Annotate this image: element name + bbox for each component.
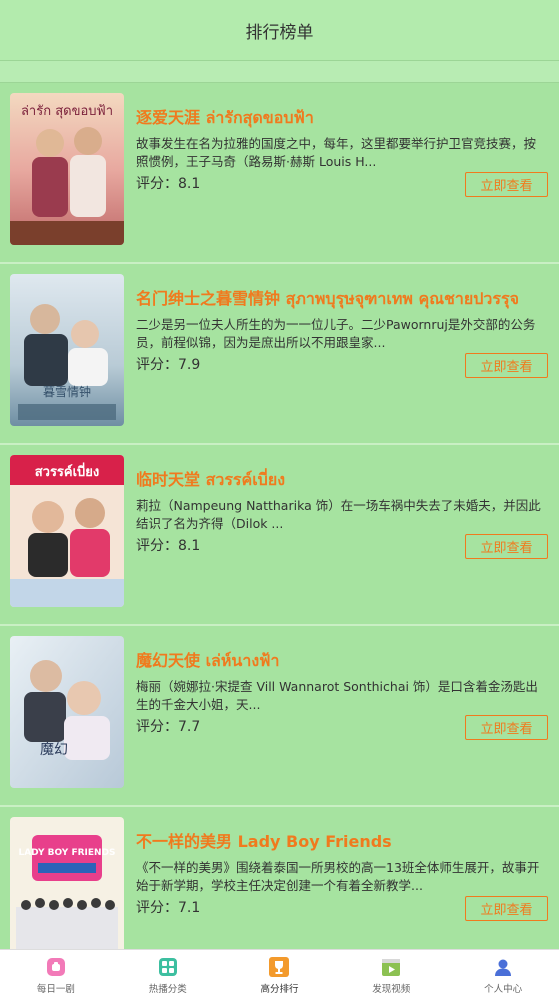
drama-poster[interactable]: LADY BOY FRIENDS — [10, 817, 124, 969]
drama-poster[interactable]: สวรรค์เบี่ยง — [10, 455, 124, 607]
tab-label: 发现视频 — [372, 984, 411, 995]
list-item[interactable]: 暮雪情钟 名门绅士之暮雪情钟 สุภาพบุรุษจุฑาเทพ คุณชายป… — [0, 264, 559, 445]
drama-poster[interactable]: 暮雪情钟 — [10, 274, 124, 426]
top-header: 排行榜单 — [0, 0, 559, 61]
view-now-button[interactable]: 立即查看 — [465, 896, 548, 921]
poster-caption: ล่ารัก สุดขอบฟ้า — [21, 104, 113, 119]
rating-value: 7.7 — [178, 719, 201, 735]
rating-label: 评分： — [136, 538, 178, 554]
rating-label: 评分： — [136, 357, 178, 373]
rating-value: 8.1 — [178, 538, 201, 554]
trophy-icon — [269, 957, 290, 977]
bottom-tab-bar: 每日一剧 热播分类 高分排行 发现视频 个人中心 — [0, 949, 559, 998]
rating: 评分：7.9 — [136, 354, 200, 374]
film-play-icon — [382, 959, 401, 976]
rating-value: 7.1 — [178, 900, 201, 916]
list-item[interactable]: 魔幻 魔幻天使 เล่ห์นางฟ้า 梅丽（婉娜拉·宋提查 Vill Wann… — [0, 626, 559, 807]
list-item[interactable]: ล่ารัก สุดขอบฟ้า 逐爱天涯 ล่ารักสุดขอบฟ้า 故事… — [0, 83, 559, 264]
poster-image: 暮雪情钟 — [10, 274, 124, 426]
tab-discover-video[interactable]: 发现视频 — [335, 950, 447, 998]
tab-label: 个人中心 — [484, 984, 523, 995]
poster-image: LADY BOY FRIENDS — [10, 817, 124, 969]
tab-hot-categories[interactable]: 热播分类 — [112, 950, 224, 998]
poster-image: 魔幻 — [10, 636, 124, 788]
rating-label: 评分： — [136, 900, 178, 916]
drama-title[interactable]: 临时天堂 สวรรค์เบี่ยง — [136, 466, 551, 493]
drama-description: 《不一样的美男》围绕着泰国一所男校的高一13班全体师生展开，故事开始于新学期，学… — [136, 860, 540, 893]
rating-value: 8.1 — [178, 176, 201, 192]
tab-label: 每日一剧 — [36, 984, 75, 995]
drama-title[interactable]: 魔幻天使 เล่ห์นางฟ้า — [136, 647, 551, 674]
list-item[interactable]: สวรรค์เบี่ยง 临时天堂 สวรรค์เบี่ยง 莉拉（Nampeu… — [0, 445, 559, 626]
poster-caption: 暮雪情钟 — [43, 384, 91, 399]
category-grid-icon — [158, 958, 177, 976]
rating-value: 7.9 — [178, 357, 201, 373]
rating-label: 评分： — [136, 719, 178, 735]
drama-description: 二少是另一位夫人所生的为一一位儿子。二少Pawornruj是外交部的公务员，前程… — [136, 317, 536, 350]
page-title: 排行榜单 — [245, 22, 314, 43]
rating: 评分：7.7 — [136, 716, 200, 736]
poster-caption: LADY BOY FRIENDS — [18, 848, 115, 858]
drama-description: 莉拉（Nampeung Nattharika 饰）在一场车祸中失去了未婚夫，并因… — [136, 498, 541, 531]
drama-title[interactable]: 不一样的美男 Lady Boy Friends — [136, 828, 551, 852]
user-profile-icon — [495, 959, 512, 976]
tab-label: 热播分类 — [148, 984, 187, 995]
drama-description: 故事发生在名为拉雅的国度之中，每年，这里都要举行护卫官竞技赛，按照惯例，王子马奇… — [136, 136, 537, 169]
view-now-button[interactable]: 立即查看 — [465, 534, 548, 559]
tab-profile[interactable]: 个人中心 — [447, 950, 559, 998]
rating-label: 评分： — [136, 176, 178, 192]
view-now-button[interactable]: 立即查看 — [465, 172, 548, 197]
rating: 评分：8.1 — [136, 535, 200, 555]
drama-poster[interactable]: ล่ารัก สุดขอบฟ้า — [10, 93, 124, 245]
rating: 评分：8.1 — [136, 173, 200, 193]
header-sub-bar — [0, 61, 559, 83]
poster-caption: 魔幻 — [40, 742, 68, 758]
rating: 评分：7.1 — [136, 897, 200, 917]
daily-drama-icon — [46, 958, 65, 976]
drama-title[interactable]: 名门绅士之暮雪情钟 สุภาพบุรุษจุฑาเทพ คุณชายปวรรุจ — [136, 285, 551, 312]
view-now-button[interactable]: 立即查看 — [465, 353, 548, 378]
drama-title[interactable]: 逐爱天涯 ล่ารักสุดขอบฟ้า — [136, 104, 551, 131]
tab-top-rated[interactable]: 高分排行 — [224, 950, 336, 998]
drama-poster[interactable]: 魔幻 — [10, 636, 124, 788]
tab-daily-drama[interactable]: 每日一剧 — [0, 950, 112, 998]
drama-description: 梅丽（婉娜拉·宋提查 Vill Wannarot Sonthichai 饰）是口… — [136, 679, 538, 712]
ranking-list: ล่ารัก สุดขอบฟ้า 逐爱天涯 ล่ารักสุดขอบฟ้า 故事… — [0, 83, 559, 988]
tab-label: 高分排行 — [260, 984, 299, 995]
poster-caption: สวรรค์เบี่ยง — [35, 462, 100, 480]
view-now-button[interactable]: 立即查看 — [465, 715, 548, 740]
poster-image: ล่ารัก สุดขอบฟ้า — [10, 93, 124, 245]
poster-image: สวรรค์เบี่ยง — [10, 455, 124, 607]
